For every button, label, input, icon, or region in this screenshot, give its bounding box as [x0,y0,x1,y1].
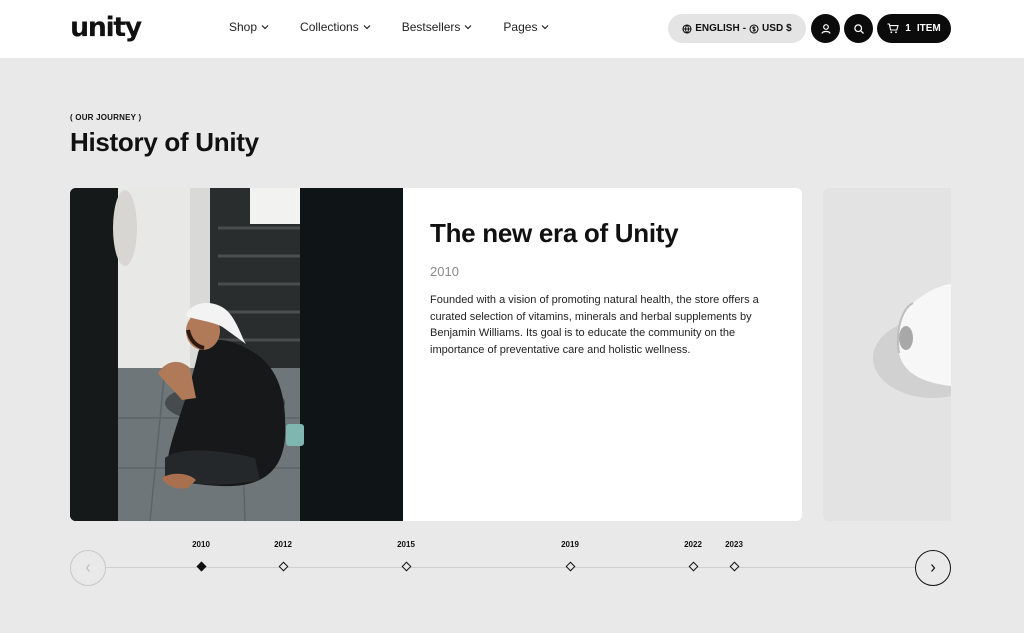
timeline-point-2012[interactable]: 2012 [263,540,303,572]
product-photo [823,188,951,521]
timeline-next-button[interactable] [915,550,951,586]
cart-icon [887,23,899,34]
timeline-track [106,567,915,568]
history-card-content: The new era of Unity 2010 Founded with a… [430,218,780,358]
timeline-year: 2015 [397,540,415,549]
section-eyebrow: ( OUR JOURNEY ) [70,113,142,122]
account-button[interactable] [811,14,840,43]
timeline-point-2015[interactable]: 2015 [386,540,426,572]
chevron-down-icon [363,25,371,30]
language-label: ENGLISH [695,23,740,34]
timeline-prev-button[interactable] [70,550,106,586]
timeline-point-2010[interactable]: 2010 [181,540,221,572]
history-timeline: 2010 2012 2015 2019 2022 2023 [70,540,951,590]
history-photo [70,188,403,521]
cart-label: ITEM [916,23,941,34]
chevron-down-icon [542,25,549,30]
dollar-circle-icon [749,23,759,34]
timeline-year: 2023 [725,540,743,549]
currency-label: USD [762,23,784,34]
timeline-marker [729,561,739,572]
timeline-marker [401,561,411,572]
chevron-right-icon [931,564,936,572]
timeline-year: 2019 [561,540,579,549]
nav-item-collections[interactable]: Collections [300,20,371,34]
timeline-marker [196,561,206,572]
globe-icon [682,23,692,34]
timeline-point-2023[interactable]: 2023 [714,540,754,572]
nav-item-label: Bestsellers [401,20,461,34]
nav-item-label: Shop [229,20,258,34]
nav-item-shop[interactable]: Shop [229,20,269,34]
history-card-description: Founded with a vision of promoting natur… [430,294,759,356]
timeline-marker [565,561,575,572]
search-icon [853,23,864,34]
chevron-down-icon [464,25,472,30]
nav-item-bestsellers[interactable]: Bestsellers [402,20,473,34]
timeline-point-2019[interactable]: 2019 [550,540,590,572]
timeline-marker [278,561,288,572]
timeline-marker [688,561,698,572]
timeline-year: 2012 [274,540,292,549]
locale-separator: - [742,23,747,34]
currency-symbol: $ [786,23,792,34]
timeline-point-2022[interactable]: 2022 [673,540,713,572]
history-card-year: 2010 [430,264,459,279]
main-nav: Shop Collections Bestsellers Pages [229,20,580,34]
meditating-man-illustration [70,188,403,521]
user-icon [820,23,831,34]
history-card: The new era of Unity 2010 Founded with a… [70,188,802,521]
timeline-year: 2022 [684,540,702,549]
nav-item-label: Collections [300,20,359,34]
cart-count: 1 [905,23,911,34]
locale-selector[interactable]: ENGLISH - USD $ [668,14,806,43]
next-history-card[interactable] [823,188,951,521]
chevron-left-icon [85,564,90,572]
site-header: unity Shop Collections Bestsellers Pages… [0,0,1024,58]
cart-button[interactable]: 1 ITEM [877,14,951,43]
search-button[interactable] [844,14,873,43]
timeline-year: 2010 [192,540,210,549]
page-title: History of Unity [70,127,259,157]
nav-item-pages[interactable]: Pages [503,20,549,34]
logo[interactable]: unity [70,12,142,44]
chevron-down-icon [261,25,269,30]
history-card-title: The new era of Unity [430,218,679,248]
nav-item-label: Pages [503,20,538,34]
